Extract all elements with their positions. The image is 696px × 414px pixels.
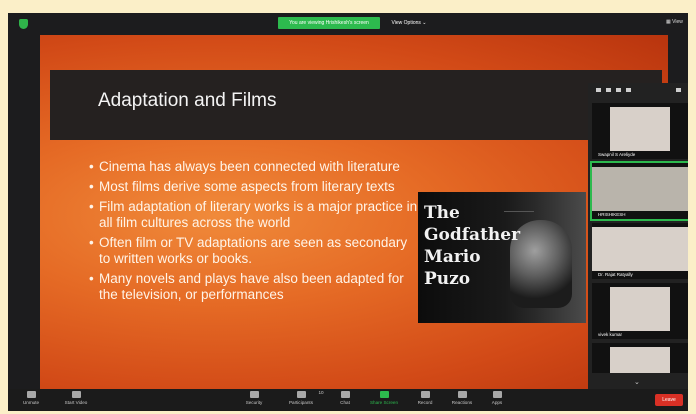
shield-icon [249,391,259,398]
apps-button[interactable]: Apps [484,391,510,406]
exit-gallery-icon[interactable] [676,88,681,92]
participants-icon [296,391,306,398]
participant-video [610,107,670,151]
poster-line-4: Puzo [424,269,471,289]
godfather-poster: The Godfather Mario Puzo [418,192,586,323]
share-screen-icon [379,391,389,398]
share-screen-label: Share Screen [369,400,399,405]
unmute-label: Unmute [22,400,40,405]
minimize-icon[interactable] [596,88,601,92]
unmute-button[interactable]: Unmute [16,391,46,406]
speaker-view-icon[interactable] [606,88,611,92]
participant-tile[interactable] [592,343,688,373]
bullet-item: Cinema has always been connected with li… [89,159,419,175]
participant-tile[interactable]: Swapnil S Areliyde [592,103,688,159]
record-button[interactable]: Record [410,391,440,406]
share-screen-button[interactable]: Share Screen [364,391,404,406]
view-label: View [672,19,683,25]
participant-tile[interactable]: Dr. Rajat Ratyally [592,223,688,279]
bullet-item: Many novels and plays have also been ada… [89,271,419,303]
chat-label: Chat [340,400,350,405]
gallery-header [588,83,688,98]
start-video-label: Start Video [64,400,88,405]
microphone-muted-icon [26,391,36,398]
participant-gallery: Swapnil S Areliyde HRISHIKESH Dr. Rajat … [588,83,688,390]
chat-button[interactable]: Chat [330,391,360,406]
leave-button[interactable]: Leave [655,394,683,406]
bullet-item: Film adaptation of literary works is a m… [89,199,419,231]
slide-bullets: Cinema has always been connected with li… [89,159,419,307]
participant-tile-active[interactable]: HRISHIKESH [590,161,688,221]
chat-icon [340,391,350,398]
reactions-icon [457,391,467,398]
meeting-toolbar: Unmute Start Video Security Participants… [8,389,688,411]
grid-icon: ▦ [666,19,671,25]
poster-line-3: Mario [424,247,481,267]
participant-video [610,347,670,373]
poster-title: The Godfather Mario Puzo [424,202,521,290]
participant-tile[interactable]: vivek kumar [592,283,688,339]
view-options-label: View Options [391,20,421,26]
zoom-window: You are viewing Hrishikesh's screen View… [8,13,688,411]
top-bar: You are viewing Hrishikesh's screen View… [8,13,688,35]
slide-title: Adaptation and Films [98,90,277,111]
shared-screen: Adaptation and Films Cinema has always b… [40,35,668,396]
participant-name: HRISHIKESH [598,212,626,217]
bullet-item: Often film or TV adaptations are seen as… [89,235,419,267]
participants-label: Participants [288,400,313,405]
participant-video [592,227,688,271]
shield-icon [19,19,28,29]
participant-name: vivek kumar [598,332,623,337]
participants-count: 10 [318,390,324,395]
reactions-button[interactable]: Reactions [444,391,480,406]
bullet-item: Most films derive some aspects from lite… [89,179,419,195]
participant-name: Dr. Rajat Ratyally [598,272,633,277]
video-off-icon [71,391,81,398]
view-button[interactable]: ▦ View [666,19,683,25]
apps-icon [492,391,502,398]
apps-label: Apps [491,400,503,405]
chevron-down-icon[interactable]: ⌄ [634,378,640,386]
poster-line-1: The [424,203,460,223]
gallery-view-icon[interactable] [616,88,621,92]
record-icon [420,391,430,398]
poster-line-2: Godfather [424,225,521,245]
participant-name: Swapnil S Areliyde [598,152,636,157]
viewing-screen-banner: You are viewing Hrishikesh's screen [278,17,380,29]
record-label: Record [417,400,433,405]
security-button[interactable]: Security [236,391,272,406]
start-video-button[interactable]: Start Video [56,391,96,406]
security-label: Security [245,400,263,405]
slide-title-band: Adaptation and Films [50,70,662,140]
participant-video [592,167,688,211]
grid-view-icon[interactable] [626,88,631,92]
reactions-label: Reactions [451,400,473,405]
view-options-button[interactable]: View Options ⌄ [384,17,434,29]
participant-video [610,287,670,331]
